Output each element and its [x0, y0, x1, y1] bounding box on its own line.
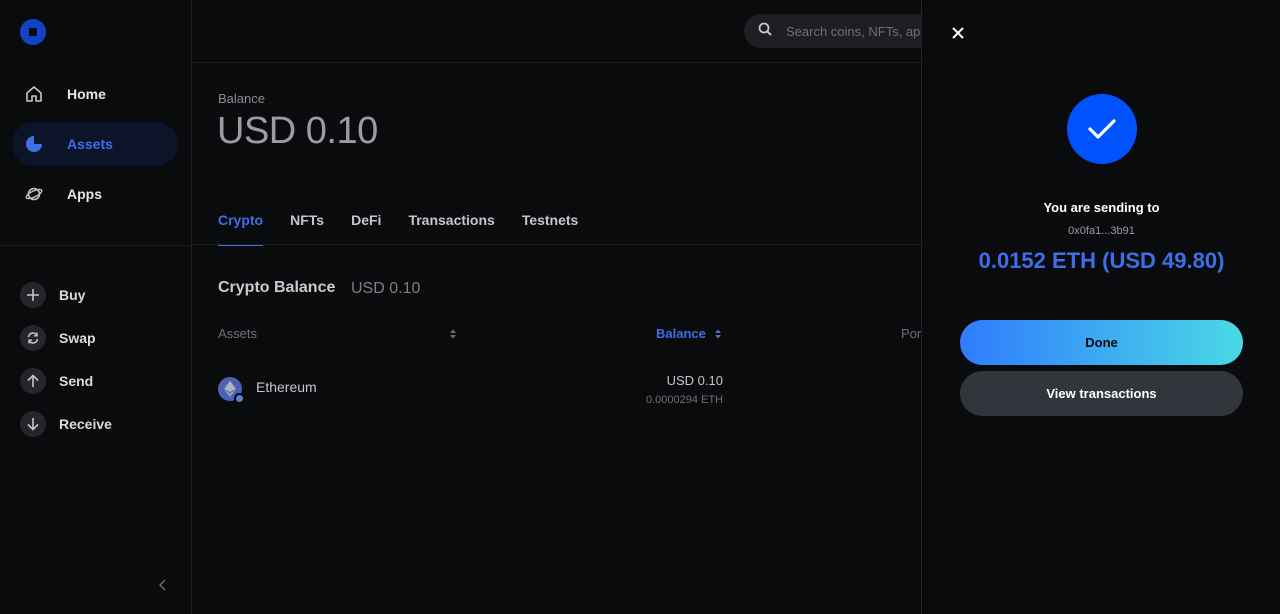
sidebar-item-home[interactable]: Home: [12, 72, 178, 116]
portfolio-header-label: Por: [901, 326, 922, 341]
send-confirmation-panel: You are sending to 0x0fa1...3b91 0.0152 …: [921, 0, 1280, 614]
swap-label: Swap: [59, 330, 96, 346]
tab-testnets[interactable]: Testnets: [522, 212, 579, 246]
sort-icon: [714, 328, 722, 340]
plus-icon: [20, 282, 46, 308]
crypto-balance-value: USD 0.10: [351, 280, 421, 297]
sidebar-item-label: Home: [67, 86, 106, 102]
assets-column-header[interactable]: Assets: [218, 326, 257, 341]
sidebar-divider: [0, 245, 191, 246]
balance-column-header[interactable]: Balance: [656, 326, 722, 341]
search-input[interactable]: [786, 23, 936, 39]
main-content: Balance USD 0.10 Crypto NFTs DeFi Transa…: [192, 64, 922, 614]
send-label: Send: [59, 373, 94, 389]
tab-transactions[interactable]: Transactions: [408, 212, 494, 246]
asset-tabs: Crypto NFTs DeFi Transactions Testnets: [218, 212, 605, 246]
buy-button[interactable]: Buy: [20, 282, 85, 308]
recipient-address: 0x0fa1...3b91: [1068, 225, 1135, 237]
table-row[interactable]: Ethereum USD 0.10 0.0000294 ETH: [218, 369, 898, 419]
sidebar-item-apps[interactable]: Apps: [12, 172, 178, 216]
balance-value: USD 0.10: [217, 110, 378, 152]
crypto-balance-title: Crypto Balance: [218, 279, 336, 296]
sidebar-item-assets[interactable]: Assets: [12, 122, 178, 166]
buy-label: Buy: [59, 287, 86, 303]
tab-nfts[interactable]: NFTs: [290, 212, 324, 246]
tab-crypto[interactable]: Crypto: [218, 212, 264, 246]
asset-balance-crypto: 0.0000294 ETH: [645, 394, 723, 406]
network-badge-icon: [234, 393, 245, 404]
send-button[interactable]: Send: [20, 368, 93, 394]
receive-button[interactable]: Receive: [20, 411, 112, 437]
close-button[interactable]: [947, 24, 969, 46]
swap-button[interactable]: Swap: [20, 325, 96, 351]
top-bar: [192, 0, 944, 63]
send-amount: 0.0152 ETH (USD 49.80): [978, 248, 1225, 273]
search-bar[interactable]: [744, 14, 944, 48]
home-icon: [24, 84, 44, 104]
pie-chart-icon: [24, 134, 44, 154]
portfolio-column-header[interactable]: Por: [901, 326, 921, 341]
balance-label: Balance: [218, 91, 265, 106]
collapse-sidebar-button[interactable]: [154, 578, 172, 596]
sending-label: You are sending to: [1043, 200, 1160, 215]
chevron-left-icon: [158, 578, 168, 596]
close-icon: [952, 26, 964, 44]
search-icon: [758, 22, 772, 41]
asset-name: Ethereum: [256, 379, 317, 395]
sidebar-item-label: Apps: [67, 186, 102, 202]
arrow-up-icon: [20, 368, 46, 394]
swap-icon: [20, 325, 46, 351]
success-check-icon: [1067, 94, 1137, 164]
done-button[interactable]: Done: [960, 320, 1243, 365]
sort-icon[interactable]: [449, 327, 457, 345]
sidebar: Home Assets Apps Buy Swap Send Receive: [0, 0, 192, 614]
arrow-down-icon: [20, 411, 46, 437]
assets-header-label: Assets: [218, 326, 258, 341]
tab-defi[interactable]: DeFi: [351, 212, 381, 246]
balance-header-label: Balance: [656, 326, 706, 341]
receive-label: Receive: [59, 416, 112, 432]
tabs-divider: [192, 244, 922, 245]
asset-balance-usd: USD 0.10: [666, 373, 723, 388]
planet-icon: [24, 184, 44, 204]
view-transactions-button[interactable]: View transactions: [960, 371, 1243, 416]
logo-icon[interactable]: [20, 19, 46, 45]
sidebar-item-label: Assets: [67, 136, 113, 152]
